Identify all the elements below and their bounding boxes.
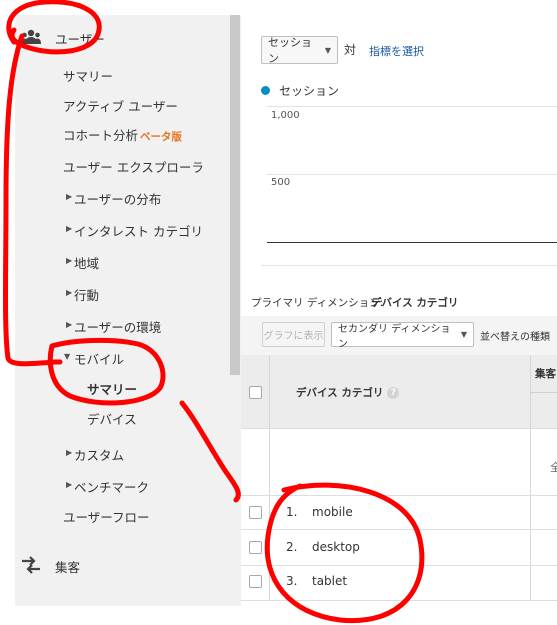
sidebar-item-label: コホート分析 bbox=[63, 128, 139, 143]
row-checkbox[interactable] bbox=[249, 575, 262, 588]
main-panel: セッション ▼ 対 指標を選択 セッション 1,000 500 プライマリ ディ… bbox=[241, 15, 557, 606]
row-checkbox[interactable] bbox=[249, 541, 262, 554]
sidebar-item-interests[interactable]: インタレスト カテゴリ bbox=[74, 221, 203, 240]
grid-line bbox=[267, 174, 557, 175]
acquisition-icon bbox=[22, 556, 40, 574]
legend-label: セッション bbox=[279, 84, 340, 98]
primary-dimension-value[interactable]: デバイス カテゴリ bbox=[371, 295, 458, 310]
sidebar-item-behavior[interactable]: 行動 bbox=[74, 285, 99, 304]
legend-dot-icon bbox=[261, 86, 270, 95]
sidebar-item-geo[interactable]: 地域 bbox=[74, 253, 99, 272]
sidebar-item-demographics[interactable]: ユーザーの分布 bbox=[74, 189, 161, 208]
y-tick-1000: 1,000 bbox=[271, 110, 300, 121]
sidebar-item-summary[interactable]: サマリー bbox=[63, 66, 113, 85]
sidebar-section-users[interactable]: ユーザー bbox=[55, 29, 105, 48]
sidebar-item-mobile-summary[interactable]: サマリー bbox=[87, 379, 137, 398]
expand-arrow-icon: ▶ bbox=[66, 288, 73, 297]
row-divider bbox=[241, 428, 557, 429]
chevron-down-icon: ▼ bbox=[460, 330, 467, 339]
sidebar-item-custom[interactable]: カスタム bbox=[74, 445, 124, 464]
sidebar-item-active-users[interactable]: アクティブ ユーザー bbox=[63, 96, 178, 115]
plot-rows-button[interactable]: グラフに表示 bbox=[262, 322, 325, 347]
collapse-arrow-icon: ▼ bbox=[64, 352, 71, 361]
row-index: 1. bbox=[286, 505, 298, 519]
col-header-acquisition: 集客 bbox=[535, 368, 556, 380]
vs-label: 対 bbox=[344, 43, 357, 57]
sidebar-item-user-flow[interactable]: ユーザーフロー bbox=[63, 507, 150, 526]
row-divider bbox=[241, 565, 557, 566]
chevron-down-icon: ▼ bbox=[324, 45, 331, 55]
select-all-checkbox[interactable] bbox=[249, 386, 262, 399]
help-icon[interactable]: ? bbox=[387, 387, 400, 399]
row-device-link[interactable]: tablet bbox=[312, 574, 347, 588]
sidebar-scrollbar[interactable] bbox=[230, 15, 240, 375]
sort-type-label[interactable]: 並べ替えの種類 bbox=[480, 328, 550, 343]
sidebar-item-benchmark[interactable]: ベンチマーク bbox=[74, 477, 149, 496]
expand-arrow-icon: ▶ bbox=[66, 480, 73, 489]
secondary-dimension-value: セカンダリ ディメンション bbox=[338, 323, 451, 350]
users-icon bbox=[21, 29, 41, 44]
col-header-device[interactable]: デバイス カテゴリ? bbox=[296, 385, 400, 400]
expand-arrow-icon: ▶ bbox=[66, 448, 73, 457]
sidebar-item-mobile-devices[interactable]: デバイス bbox=[87, 409, 137, 428]
header-divider bbox=[531, 392, 557, 393]
grid-line bbox=[267, 106, 557, 107]
expand-arrow-icon: ▶ bbox=[66, 320, 73, 329]
chart-baseline bbox=[267, 242, 557, 243]
beta-badge: ベータ版 bbox=[140, 131, 183, 143]
sidebar-item-technology[interactable]: ユーザーの環境 bbox=[74, 317, 161, 336]
row-divider bbox=[241, 600, 557, 601]
row-divider bbox=[241, 529, 557, 530]
col-header-device-label: デバイス カテゴリ bbox=[296, 387, 384, 399]
row-device-link[interactable]: desktop bbox=[312, 540, 360, 554]
primary-dimension-label: プライマリ ディメンション: bbox=[251, 297, 384, 309]
row-index: 2. bbox=[286, 540, 298, 554]
row-index: 3. bbox=[286, 574, 298, 588]
metric-select[interactable]: セッション ▼ bbox=[261, 36, 338, 65]
secondary-dimension-select[interactable]: セカンダリ ディメンション ▼ bbox=[331, 322, 474, 350]
metric-select-value: セッション bbox=[268, 36, 312, 65]
summary-cell: 全 bbox=[550, 461, 557, 474]
sidebar-section-acquisition[interactable]: 集客 bbox=[55, 557, 80, 576]
sidebar-item-cohort[interactable]: コホート分析 ベータ版 bbox=[63, 125, 182, 144]
expand-arrow-icon: ▶ bbox=[66, 192, 73, 201]
sidebar-item-mobile[interactable]: モバイル bbox=[74, 349, 124, 368]
row-checkbox[interactable] bbox=[249, 506, 262, 519]
select-metric-link[interactable]: 指標を選択 bbox=[369, 43, 424, 59]
section-divider bbox=[261, 265, 557, 266]
expand-arrow-icon: ▶ bbox=[66, 256, 73, 265]
row-divider bbox=[241, 495, 557, 496]
expand-arrow-icon: ▶ bbox=[66, 224, 73, 233]
y-tick-500: 500 bbox=[271, 177, 291, 188]
row-device-link[interactable]: mobile bbox=[312, 505, 353, 519]
sidebar-item-user-explorer[interactable]: ユーザー エクスプローラ bbox=[63, 157, 204, 176]
